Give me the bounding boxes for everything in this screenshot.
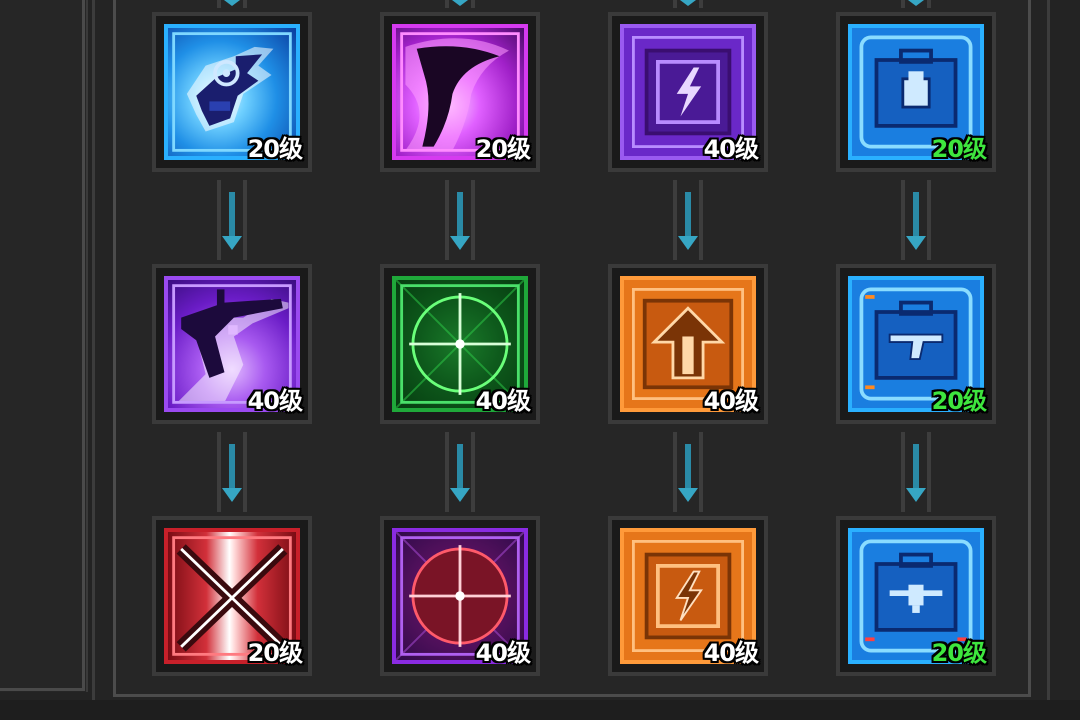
connector-arrow [217,432,247,512]
connector-stub [673,0,703,8]
skill-node-blue-pistol-case[interactable]: 20级 [836,264,996,424]
skill-level: 20级 [931,639,987,667]
skill-level: 20级 [247,135,303,163]
left-sidebar-frame [0,0,88,692]
skill-level: 40级 [703,639,759,667]
connector-arrow [673,180,703,260]
bottom-strip [0,700,1080,720]
connector-arrow [901,180,931,260]
skill-level: 40级 [475,387,531,415]
skill-level: 40级 [703,387,759,415]
skill-level: 20级 [931,387,987,415]
skill-node-green-crosshair[interactable]: 40级 [380,264,540,424]
skill-node-blue-ammo-case[interactable]: 20级 [836,12,996,172]
skill-level: 20级 [247,639,303,667]
skill-level: 40级 [475,639,531,667]
skill-level: 40级 [703,135,759,163]
connector-arrow [217,180,247,260]
skill-node-red-crossed-rifles[interactable]: 20级 [152,516,312,676]
connector-stub [217,0,247,8]
skill-node-purple-lightning-box[interactable]: 40级 [608,12,768,172]
skill-level: 20级 [931,135,987,163]
connector-arrow [673,432,703,512]
connector-stub [445,0,475,8]
skill-node-blue-drone-case[interactable]: 20级 [836,516,996,676]
connector-arrow [445,180,475,260]
skill-node-blue-tech-gun[interactable]: 20级 [152,12,312,172]
skill-node-purple-sniper[interactable]: 40级 [152,264,312,424]
connector-stub [901,0,931,8]
skill-level: 20级 [475,135,531,163]
skill-level: 40级 [247,387,303,415]
skill-node-orange-lightning-box[interactable]: 40级 [608,516,768,676]
connector-arrow [901,432,931,512]
skill-node-orange-upgrade-arrow[interactable]: 40级 [608,264,768,424]
skill-node-purple-flame[interactable]: 20级 [380,12,540,172]
skill-node-red-crosshair[interactable]: 40级 [380,516,540,676]
connector-arrow [445,432,475,512]
